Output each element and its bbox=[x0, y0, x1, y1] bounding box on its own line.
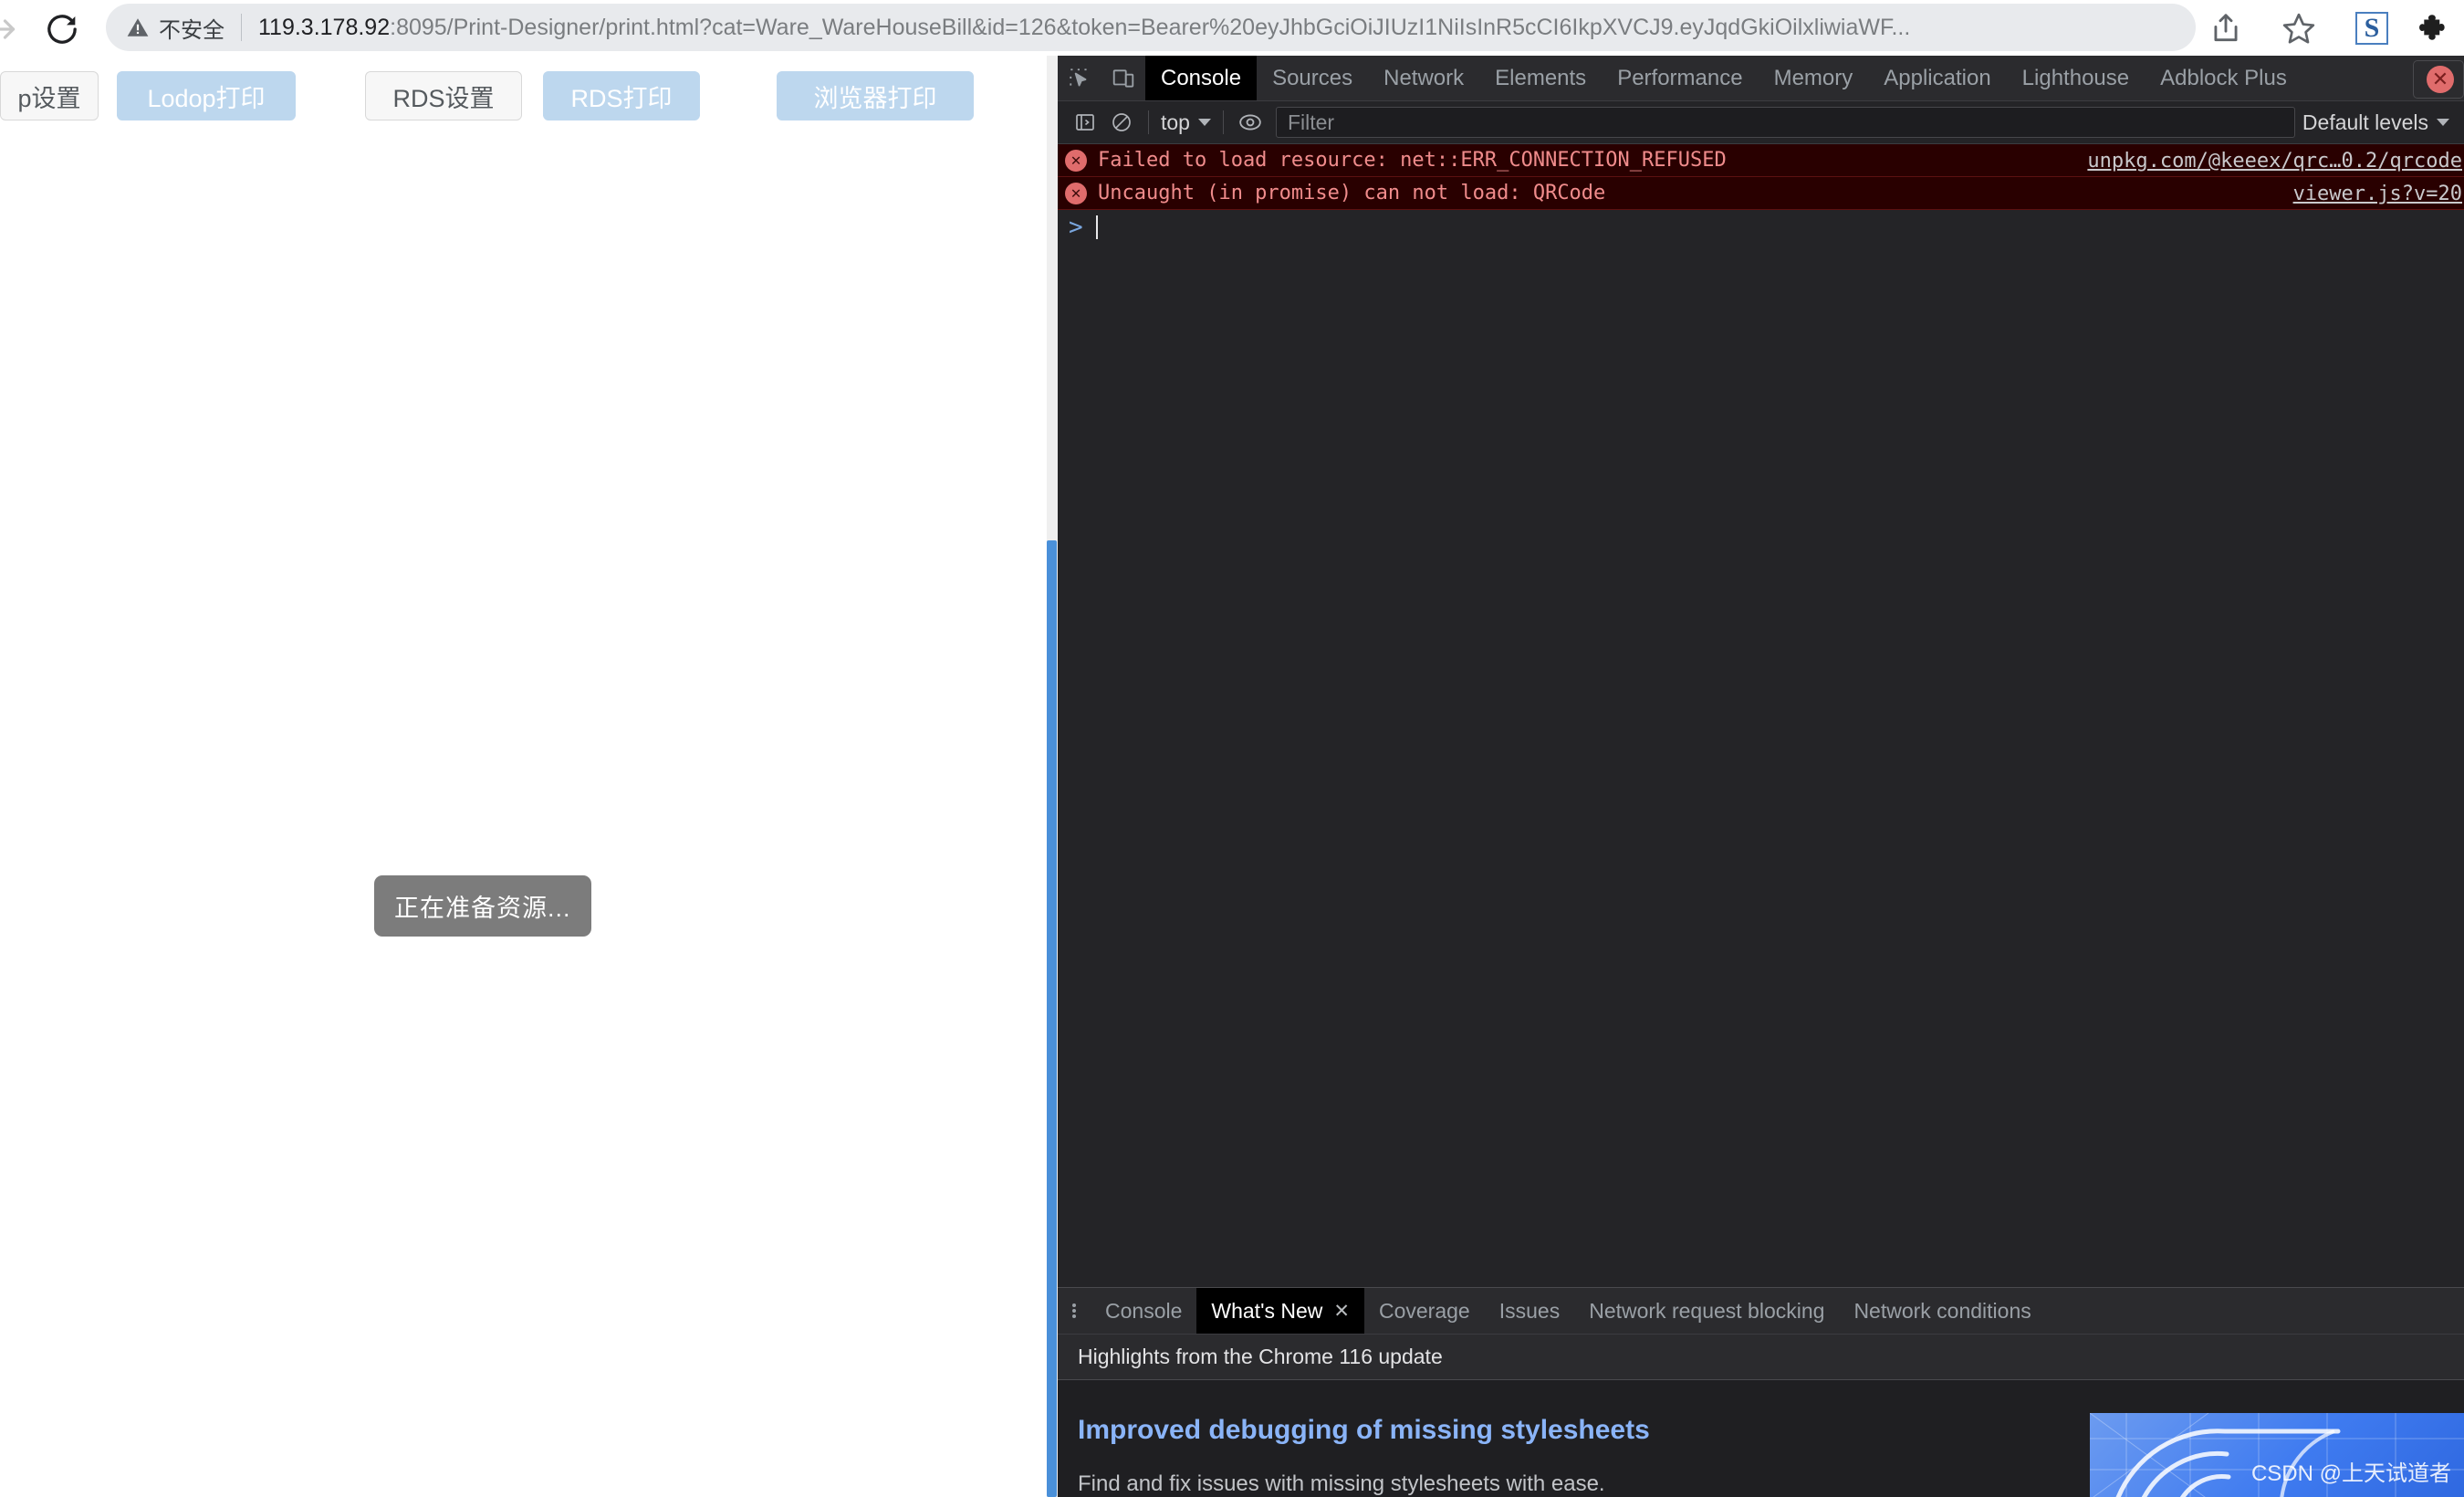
console-error-row[interactable]: ✕ Uncaught (in promise) can not load: QR… bbox=[1058, 177, 2464, 210]
console-filter-box[interactable] bbox=[1275, 107, 2295, 138]
drawer-tab-console[interactable]: Console bbox=[1091, 1288, 1196, 1334]
lodop-print-button[interactable]: Lodop打印 bbox=[117, 71, 296, 120]
url-path: :8095/Print-Designer/print.html?cat=Ware… bbox=[390, 14, 1911, 40]
forward-arrow-icon[interactable] bbox=[0, 13, 20, 46]
url-text: 119.3.178.92:8095/Print-Designer/print.h… bbox=[258, 15, 1910, 41]
text-cursor bbox=[1095, 215, 1098, 239]
tab-elements[interactable]: Elements bbox=[1479, 56, 1602, 100]
share-icon[interactable] bbox=[2208, 11, 2243, 46]
devtools-drawer: Console What's New ✕ Coverage Issues Net… bbox=[1058, 1287, 2464, 1497]
console-message-list: ✕ Failed to load resource: net::ERR_CONN… bbox=[1058, 144, 2464, 1288]
tab-console[interactable]: Console bbox=[1145, 56, 1258, 100]
whats-new-subheader: Highlights from the Chrome 116 update bbox=[1058, 1335, 2464, 1380]
tab-adblock-plus[interactable]: Adblock Plus bbox=[2145, 56, 2302, 100]
print-toolbar: p设置 Lodop打印 RDS设置 RDS打印 浏览器打印 bbox=[0, 71, 1058, 124]
drawer-tab-whats-new[interactable]: What's New ✕ bbox=[1196, 1288, 1364, 1334]
star-icon[interactable] bbox=[2281, 11, 2316, 46]
extension-icon-s[interactable]: S bbox=[2355, 12, 2388, 45]
drawer-tab-network-conditions[interactable]: Network conditions bbox=[1839, 1288, 2045, 1334]
drawer-tabbar: Console What's New ✕ Coverage Issues Net… bbox=[1058, 1288, 2464, 1335]
dot-2 bbox=[1072, 1309, 1076, 1313]
drawer-tab-coverage[interactable]: Coverage bbox=[1364, 1288, 1485, 1334]
console-error-source-link[interactable]: unpkg.com/@keeex/qrc…0.2/qrcode bbox=[2087, 150, 2462, 173]
log-level-label: Default levels bbox=[2302, 110, 2428, 134]
devtools-panel: Console Sources Network Elements Perform… bbox=[1058, 56, 2464, 1497]
url-host: 119.3.178.92 bbox=[258, 14, 391, 40]
omnibox-divider bbox=[241, 14, 242, 41]
address-bar[interactable]: 不安全 119.3.178.92:8095/Print-Designer/pri… bbox=[106, 4, 2196, 51]
browser-chrome: 不安全 119.3.178.92:8095/Print-Designer/pri… bbox=[0, 0, 2464, 56]
console-toolbar: top Default levels bbox=[1058, 101, 2464, 144]
error-count-badge[interactable]: ✕ bbox=[2413, 60, 2464, 99]
watermark-text: CSDN @上天试道者 bbox=[2250, 1461, 2451, 1486]
error-icon: ✕ bbox=[2427, 66, 2454, 93]
device-toolbar-icon[interactable] bbox=[1101, 56, 1145, 100]
toolbar-divider-2 bbox=[1222, 110, 1224, 134]
whats-new-article-subtitle: Find and fix issues with missing stylesh… bbox=[1078, 1471, 1605, 1496]
rds-print-button[interactable]: RDS打印 bbox=[543, 71, 700, 120]
drawer-tab-issues[interactable]: Issues bbox=[1485, 1288, 1574, 1334]
reload-icon[interactable] bbox=[44, 11, 80, 47]
live-expression-icon[interactable] bbox=[1232, 105, 1269, 140]
tab-network[interactable]: Network bbox=[1368, 56, 1479, 100]
console-error-text: Uncaught (in promise) can not load: QRCo… bbox=[1098, 182, 1606, 204]
console-error-row[interactable]: ✕ Failed to load resource: net::ERR_CONN… bbox=[1058, 144, 2464, 177]
console-filter-input[interactable] bbox=[1285, 109, 2285, 136]
close-icon[interactable]: ✕ bbox=[1333, 1300, 1350, 1323]
lodop-settings-button[interactable]: p设置 bbox=[0, 71, 99, 120]
tab-application[interactable]: Application bbox=[1868, 56, 2006, 100]
execution-context-label: top bbox=[1161, 110, 1190, 134]
drawer-more-options-icon[interactable] bbox=[1058, 1288, 1091, 1334]
clear-console-icon[interactable] bbox=[1103, 105, 1140, 140]
whats-new-article-title[interactable]: Improved debugging of missing stylesheet… bbox=[1078, 1415, 1650, 1446]
tab-lighthouse[interactable]: Lighthouse bbox=[2007, 56, 2145, 100]
whats-new-content: Improved debugging of missing stylesheet… bbox=[1058, 1380, 2464, 1497]
toolbar-divider-1 bbox=[1148, 110, 1149, 134]
page-scrollbar-thumb[interactable] bbox=[1047, 540, 1057, 1497]
screen-root: 不安全 119.3.178.92:8095/Print-Designer/pri… bbox=[0, 0, 2464, 1497]
dot-1 bbox=[1072, 1303, 1076, 1307]
tab-memory[interactable]: Memory bbox=[1759, 56, 1869, 100]
tab-sources[interactable]: Sources bbox=[1257, 56, 1368, 100]
log-level-selector[interactable]: Default levels bbox=[2302, 110, 2455, 135]
browser-print-button[interactable]: 浏览器打印 bbox=[777, 71, 974, 120]
loading-toast: 正在准备资源... bbox=[374, 875, 591, 937]
puzzle-piece-icon[interactable] bbox=[2418, 12, 2451, 45]
console-error-source-link[interactable]: viewer.js?v=20 bbox=[2293, 183, 2462, 205]
error-icon: ✕ bbox=[1065, 182, 1087, 204]
execution-context-selector[interactable]: top bbox=[1157, 110, 1215, 135]
tab-performance[interactable]: Performance bbox=[1602, 56, 1758, 100]
dot-3 bbox=[1072, 1314, 1076, 1318]
inspect-element-icon[interactable] bbox=[1058, 56, 1101, 100]
not-secure-label: 不安全 bbox=[159, 17, 224, 43]
console-sidebar-toggle-icon[interactable] bbox=[1067, 105, 1103, 140]
rds-settings-button[interactable]: RDS设置 bbox=[365, 71, 522, 120]
drawer-tab-whats-new-label: What's New bbox=[1211, 1298, 1323, 1323]
chevron-down-icon-levels bbox=[2437, 119, 2449, 126]
console-input-prompt[interactable]: > bbox=[1058, 210, 2464, 245]
console-error-text: Failed to load resource: net::ERR_CONNEC… bbox=[1098, 149, 1727, 172]
prompt-chevron-icon: > bbox=[1069, 214, 1083, 241]
error-icon: ✕ bbox=[1065, 149, 1087, 172]
warning-triangle-icon bbox=[127, 18, 149, 37]
web-page-viewport: p设置 Lodop打印 RDS设置 RDS打印 浏览器打印 正在准备资源... bbox=[0, 56, 1058, 1497]
devtools-tabbar: Console Sources Network Elements Perform… bbox=[1058, 56, 2464, 101]
chevron-down-icon bbox=[1197, 119, 1211, 126]
whats-new-thumbnail: CSDN @上天试道者 bbox=[2090, 1413, 2464, 1497]
drawer-tab-network-request-blocking[interactable]: Network request blocking bbox=[1574, 1288, 1839, 1334]
